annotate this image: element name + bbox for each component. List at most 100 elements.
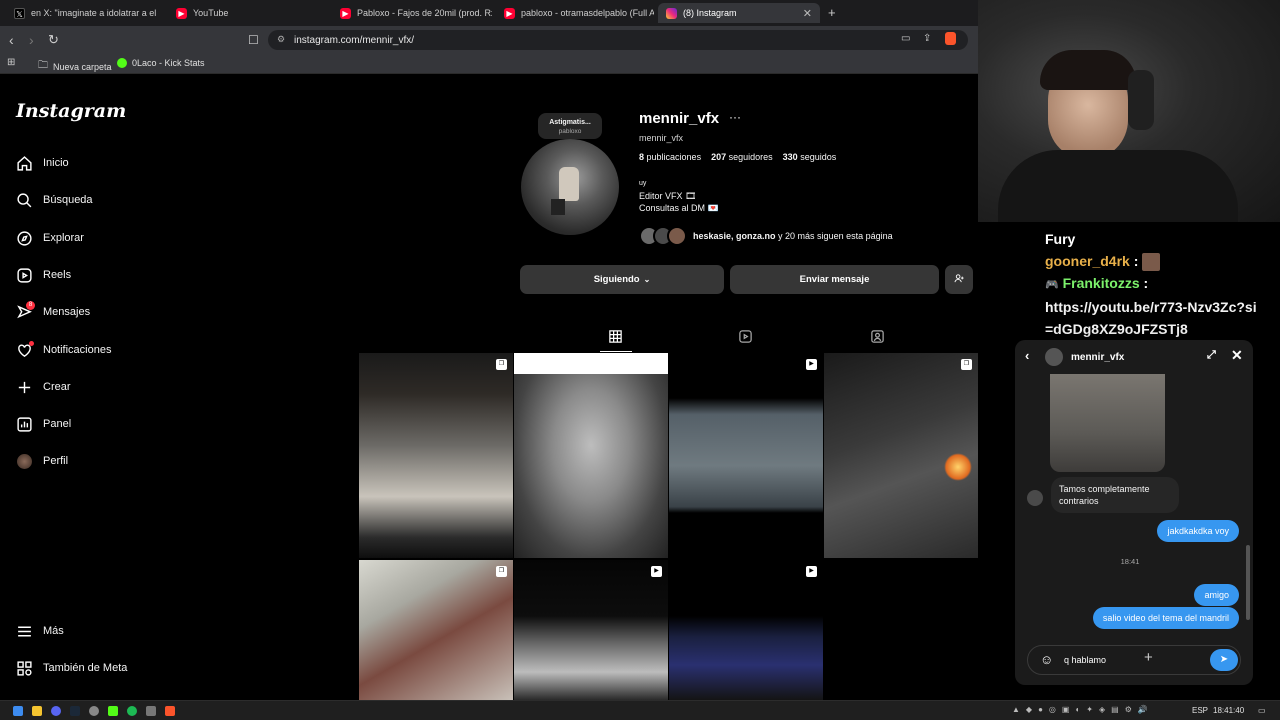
kick-icon [117,58,127,68]
bookmark-item[interactable]: 🗀 Nueva carpeta [38,58,112,75]
sidebar-item-reels[interactable]: Reels [16,265,71,285]
tagged-tab[interactable] [870,329,886,345]
following-stat[interactable]: 330 seguidos [783,152,837,162]
bookmark-item[interactable]: 0Laco - Kick Stats [117,58,205,68]
file-explorer-icon[interactable] [32,706,42,716]
close-icon[interactable]: ✕ [1231,347,1243,364]
note-title: Astigmatis... [549,119,591,126]
bookmark-label: Nueva carpeta [53,61,112,72]
sidebar-item-meta[interactable]: También de Meta [16,658,127,678]
forward-icon[interactable]: › [29,31,34,49]
posts-grid-tab[interactable] [608,329,624,345]
bookmarks-bar: ⊞ 🗀 Nueva carpeta 0Laco - Kick Stats [0,54,978,74]
discord-icon[interactable] [51,706,61,716]
expand-icon[interactable]: ⤢ [1207,349,1216,362]
followers-stat[interactable]: 207 seguidores [711,152,773,162]
browser-tab[interactable]: ▶ Pabloxo - Fajos de 20mil (prod. Rxcan [332,3,492,23]
sidebar-item-label: Crear [43,381,71,393]
sidebar-item-busqueda[interactable]: Búsqueda [16,190,93,210]
stream-chat: Fury gooner_d4rk : 🎮 Frankitozzs : https… [1045,228,1260,340]
note-subtitle: pabloxo [558,128,582,135]
suggest-user-button[interactable] [945,265,973,294]
obs-icon[interactable] [89,706,99,716]
post-thumbnail[interactable]: ▶ [514,560,668,700]
sidebar-item-mensajes[interactable]: 8 Mensajes [16,300,90,322]
followed-by[interactable]: heskasie, gonza.no y 20 más siguen esta … [639,226,893,246]
unread-badge: 8 [26,300,35,310]
browser-tab-strip: 𝕏 en X: "imaginate a idolatrar a el ▶ Yo… [0,0,978,26]
chart-icon [16,416,33,433]
bookmark-icon[interactable]: ☐ [248,31,259,49]
send-message-button[interactable]: Enviar mensaje [730,265,939,294]
send-icon[interactable]: ➤ [1210,649,1238,671]
brave-shield-icon[interactable] [945,32,956,45]
following-button[interactable]: Siguiendo ⌄ [520,265,724,294]
apps-grid-icon[interactable]: ⊞ [7,57,15,68]
message-input[interactable]: ☺ q hablamo + ➤ [1027,645,1241,675]
post-thumbnail[interactable]: ❐ [359,560,513,700]
browser-tab-active[interactable]: (8) Instagram ✕ [658,3,820,23]
add-attachment-icon[interactable]: + [1144,649,1153,666]
avatar [1027,490,1043,506]
share-icon[interactable]: ⇪ [923,33,931,44]
profile-note[interactable]: Astigmatis... pabloxo [538,113,602,139]
carousel-icon: ❐ [496,359,507,370]
meta-icon [16,660,33,677]
new-tab-button[interactable]: + [828,5,836,20]
message-outgoing: jakdkakdka voy [1157,520,1239,542]
add-user-icon [953,273,965,287]
plus-icon [16,379,33,396]
notifications-icon[interactable]: ▭ [1258,706,1266,715]
tab-title: pabloxo - otramasdelpablo (Full Albu [521,8,654,18]
profile-handle: mennir_vfx [639,133,684,143]
browser-tab[interactable]: ▶ YouTube [168,3,328,23]
spotify-icon[interactable] [127,706,137,716]
post-thumbnail[interactable]: ▶ [669,353,823,558]
instagram-logo[interactable]: Instagram [16,100,126,122]
close-icon[interactable]: ✕ [803,7,812,20]
url-field[interactable]: ⚙ instagram.com/mennir_vfx/ ▭ ⇪ [268,30,968,50]
sidebar-item-inicio[interactable]: Inicio [16,153,69,173]
folder-icon: 🗀 [38,60,48,71]
sidebar-item-notificaciones[interactable]: Notificaciones [16,340,111,360]
clock[interactable]: 18:41:40 [1213,706,1244,715]
dm-contact-name[interactable]: mennir_vfx [1071,352,1124,363]
emote-icon [1142,253,1161,272]
post-thumbnail[interactable] [514,353,668,558]
profile-username: mennir_vfx [639,110,720,127]
more-options-icon[interactable]: ··· [729,110,741,124]
system-tray-icons[interactable]: ▲◆●◎▣◐✦◈▤⚙🔊 [1012,705,1154,714]
windows-start-icon[interactable] [13,706,23,716]
sidebar-item-crear[interactable]: Crear [16,377,71,397]
post-thumbnail[interactable]: ❐ [359,353,513,558]
browser-tab[interactable]: ▶ pabloxo - otramasdelpablo (Full Albu [496,3,654,23]
kick-icon[interactable] [108,706,118,716]
site-info-icon[interactable]: ⚙ [277,34,285,45]
reload-icon[interactable]: ↻ [48,31,59,49]
back-icon[interactable]: ‹ [1025,348,1029,363]
steam-icon[interactable] [70,706,80,716]
sidebar-item-mas[interactable]: Más [16,621,64,641]
brave-icon[interactable] [165,706,175,716]
post-thumbnail[interactable]: ❐ [824,353,978,558]
tab-title: Pabloxo - Fajos de 20mil (prod. Rxcan [357,8,492,18]
sidebar-item-panel[interactable]: Panel [16,414,71,434]
app-icon[interactable] [146,706,156,716]
profile-avatar[interactable] [521,139,619,235]
language-indicator[interactable]: ESP [1192,706,1208,715]
chat-message: gooner_d4rk : [1045,250,1260,272]
post-thumbnail[interactable]: ▶ [669,560,823,700]
avatar [667,226,687,246]
sidebar-item-perfil[interactable]: Perfil [16,451,68,471]
sidebar-item-label: Explorar [43,232,84,244]
message-outgoing: amigo [1194,584,1239,606]
emoji-icon[interactable]: ☺ [1040,652,1053,667]
cast-icon[interactable]: ▭ [901,33,910,44]
scrollbar[interactable] [1246,545,1250,620]
shared-image[interactable] [1050,374,1165,472]
sidebar-item-explorar[interactable]: Explorar [16,228,84,248]
reels-tab[interactable] [738,329,754,345]
browser-tab[interactable]: 𝕏 en X: "imaginate a idolatrar a el [6,3,164,23]
back-icon[interactable]: ‹ [9,31,14,49]
message-incoming: Tamos completamente contrarios [1051,477,1179,513]
